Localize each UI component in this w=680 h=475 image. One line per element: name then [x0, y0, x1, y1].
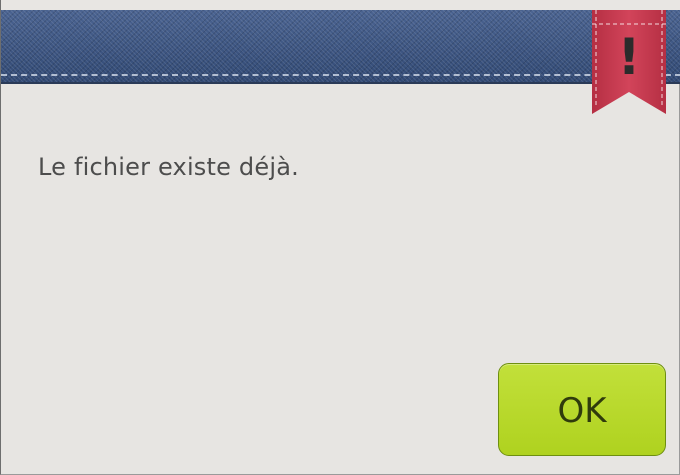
message-dialog: ! Le fichier existe déjà. OK: [0, 0, 680, 475]
dialog-header: [1, 0, 680, 84]
exclamation-glyph: !: [618, 28, 641, 86]
ok-button-label: OK: [557, 390, 607, 431]
ok-button[interactable]: OK: [498, 363, 666, 456]
header-stitching: [1, 74, 680, 76]
exclamation-ribbon-icon: !: [592, 10, 666, 114]
dialog-message: Le fichier existe déjà.: [38, 153, 299, 181]
